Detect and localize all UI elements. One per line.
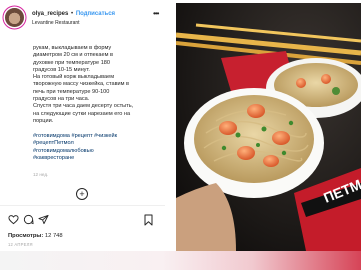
- username-link[interactable]: olya_recipes: [32, 11, 68, 17]
- avatar[interactable]: [5, 8, 24, 27]
- hashtag-list: #готовимдома #рецепт #чизкейк #рецептПет…: [33, 133, 158, 162]
- post-date: 12 АПРЕЛЯ: [8, 242, 33, 247]
- post-photo[interactable]: ПЕТМО: [176, 3, 361, 251]
- caption-line: печь при температуре 90-100: [33, 88, 110, 95]
- views-label: Просмотры:: [8, 233, 44, 239]
- caption-line: рукам, выкладываем в форму: [33, 45, 112, 51]
- hashtag-link[interactable]: #рецептПетмол: [33, 140, 158, 147]
- caption-line: духовке при температуре 180: [33, 59, 111, 66]
- location-link[interactable]: Levantine Restaurant: [32, 20, 80, 26]
- separator-dot: •: [71, 11, 74, 17]
- post-caption: рукам, выкладываем в форму диаметром 20 …: [33, 45, 153, 125]
- bottom-strip: [0, 251, 361, 270]
- post-author: olya_recipes • Подписаться: [32, 11, 115, 17]
- follow-button[interactable]: Подписаться: [76, 11, 115, 17]
- noodle-dish-photo: ПЕТМО: [176, 3, 361, 251]
- share-icon[interactable]: [38, 214, 49, 225]
- divider: [0, 205, 165, 206]
- views-number: 12 748: [44, 233, 63, 239]
- more-icon[interactable]: •••: [153, 10, 159, 18]
- hashtag-link[interactable]: #готовимдомалюбовью: [33, 148, 158, 155]
- bookmark-icon[interactable]: [143, 214, 154, 226]
- add-comment-icon[interactable]: +: [76, 188, 88, 200]
- comment-icon[interactable]: [23, 214, 34, 225]
- caption-line: порции.: [33, 117, 54, 124]
- hashtag-link[interactable]: #готовимдома #рецепт #чизкейк: [33, 133, 158, 140]
- caption-line: творожную массу чизкейка, ставим в: [33, 81, 130, 88]
- post-age: 12 нед.: [33, 172, 49, 177]
- caption-line: на следующие сутки нарезаем его на: [33, 110, 131, 117]
- caption-line: диаметром 20 см и отпекаем в: [33, 52, 113, 59]
- views-count: Просмотры: 12 748: [8, 233, 63, 239]
- heart-icon[interactable]: [8, 214, 19, 225]
- post-header: olya_recipes • Подписаться Levantine Res…: [0, 0, 165, 36]
- caption-line: градусов на три часа.: [33, 96, 90, 103]
- hashtag-link[interactable]: #каквресторане: [33, 155, 158, 162]
- caption-line: Спустя три часа даем десерту остыть,: [33, 103, 134, 110]
- instagram-post-panel: olya_recipes • Подписаться Levantine Res…: [0, 0, 165, 250]
